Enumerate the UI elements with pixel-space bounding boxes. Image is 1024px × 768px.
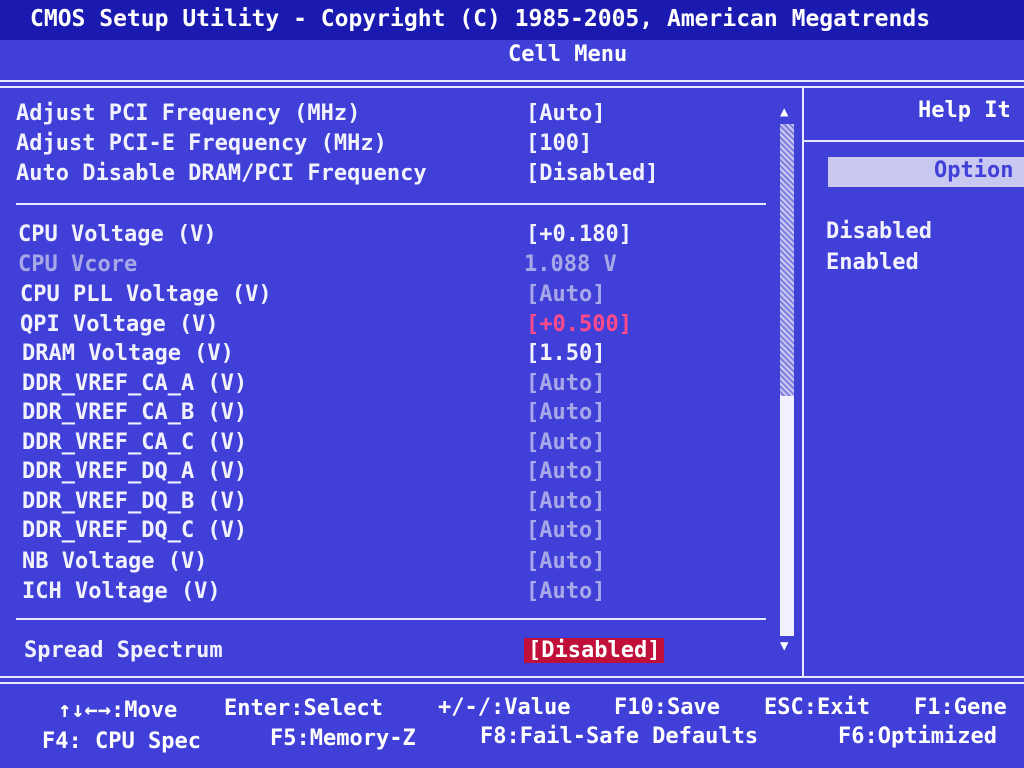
setting-value[interactable]: [Auto] (526, 518, 605, 543)
scrollbar-thumb[interactable] (780, 396, 794, 636)
triangle-up-icon[interactable]: ▲ (780, 104, 788, 120)
setting-label: DDR_VREF_CA_A (V) (22, 371, 248, 396)
help-option-disabled: Disabled (826, 219, 932, 244)
bios-title: CMOS Setup Utility - Copyright (C) 1985-… (30, 6, 931, 32)
setting-value[interactable]: [Disabled] (526, 161, 658, 186)
setting-label: Adjust PCI Frequency (MHz) (16, 101, 361, 126)
frame-bottom-line (0, 676, 1024, 678)
setting-label: CPU PLL Voltage (V) (20, 282, 272, 307)
help-option-enabled: Enabled (826, 250, 919, 275)
footer-save-key: F10:Save (614, 695, 720, 720)
footer-failsafe-key: F8:Fail-Safe Defaults (480, 724, 759, 749)
setting-value[interactable]: [Auto] (526, 101, 605, 126)
setting-label: DDR_VREF_DQ_A (V) (22, 459, 248, 484)
options-header: Option (934, 158, 1014, 183)
footer-optimized-key: F6:Optimized (838, 724, 997, 749)
setting-value: 1.088 V (524, 252, 617, 277)
setting-label: ICH Voltage (V) (22, 579, 221, 604)
setting-value[interactable]: [+0.180] (526, 222, 632, 247)
setting-value[interactable]: [+0.500] (526, 312, 632, 337)
setting-label: QPI Voltage (V) (20, 312, 219, 337)
setting-value[interactable]: [Auto] (526, 430, 605, 455)
setting-label: DRAM Voltage (V) (22, 341, 234, 366)
section-divider-1 (16, 203, 766, 205)
setting-label: DDR_VREF_DQ_C (V) (22, 518, 248, 543)
setting-value[interactable]: [Auto] (526, 371, 605, 396)
setting-value[interactable]: [100] (526, 131, 592, 156)
setting-value[interactable]: [Auto] (526, 459, 605, 484)
setting-value-selected[interactable]: [Disabled] (524, 638, 665, 663)
help-panel-title: Help It (918, 98, 1011, 123)
frame-divider (802, 86, 804, 676)
footer-value-key: +/-/:Value (438, 695, 571, 720)
setting-value[interactable]: [Auto] (526, 549, 605, 574)
frame-top-line-2 (0, 86, 1024, 88)
setting-label: NB Voltage (V) (22, 549, 208, 574)
setting-label: CPU Vcore (18, 252, 138, 277)
setting-label: DDR_VREF_DQ_B (V) (22, 489, 248, 514)
footer-exit-key: ESC:Exit (764, 695, 870, 720)
setting-value[interactable]: [Auto] (526, 282, 605, 307)
setting-label: CPU Voltage (V) (18, 222, 217, 247)
help-divider (804, 140, 1024, 142)
footer-memory-z-key: F5:Memory-Z (270, 726, 416, 751)
setting-label: DDR_VREF_CA_B (V) (22, 400, 248, 425)
setting-value[interactable]: [Auto] (526, 489, 605, 514)
setting-label: Auto Disable DRAM/PCI Frequency (16, 161, 427, 186)
setting-value[interactable]: [1.50] (526, 341, 605, 366)
footer-cpu-spec-key: F4: CPU Spec (42, 729, 201, 754)
setting-value[interactable]: [Auto] (526, 579, 605, 604)
setting-label: DDR_VREF_CA_C (V) (22, 430, 248, 455)
setting-label: Adjust PCI-E Frequency (MHz) (16, 131, 387, 156)
triangle-down-icon[interactable]: ▼ (780, 638, 788, 654)
scrollbar-upper-region[interactable] (780, 124, 794, 396)
footer-select-key: Enter:Select (224, 696, 383, 721)
frame-top-line (0, 80, 1024, 82)
menu-title: Cell Menu (508, 42, 628, 67)
footer-move-key: ↑↓←→:Move (58, 698, 178, 723)
setting-value[interactable]: [Auto] (526, 400, 605, 425)
frame-bottom-line-2 (0, 682, 1024, 684)
setting-label: Spread Spectrum (24, 638, 223, 663)
section-divider-2 (16, 618, 766, 620)
footer-help-key: F1:Gene (914, 695, 1007, 720)
